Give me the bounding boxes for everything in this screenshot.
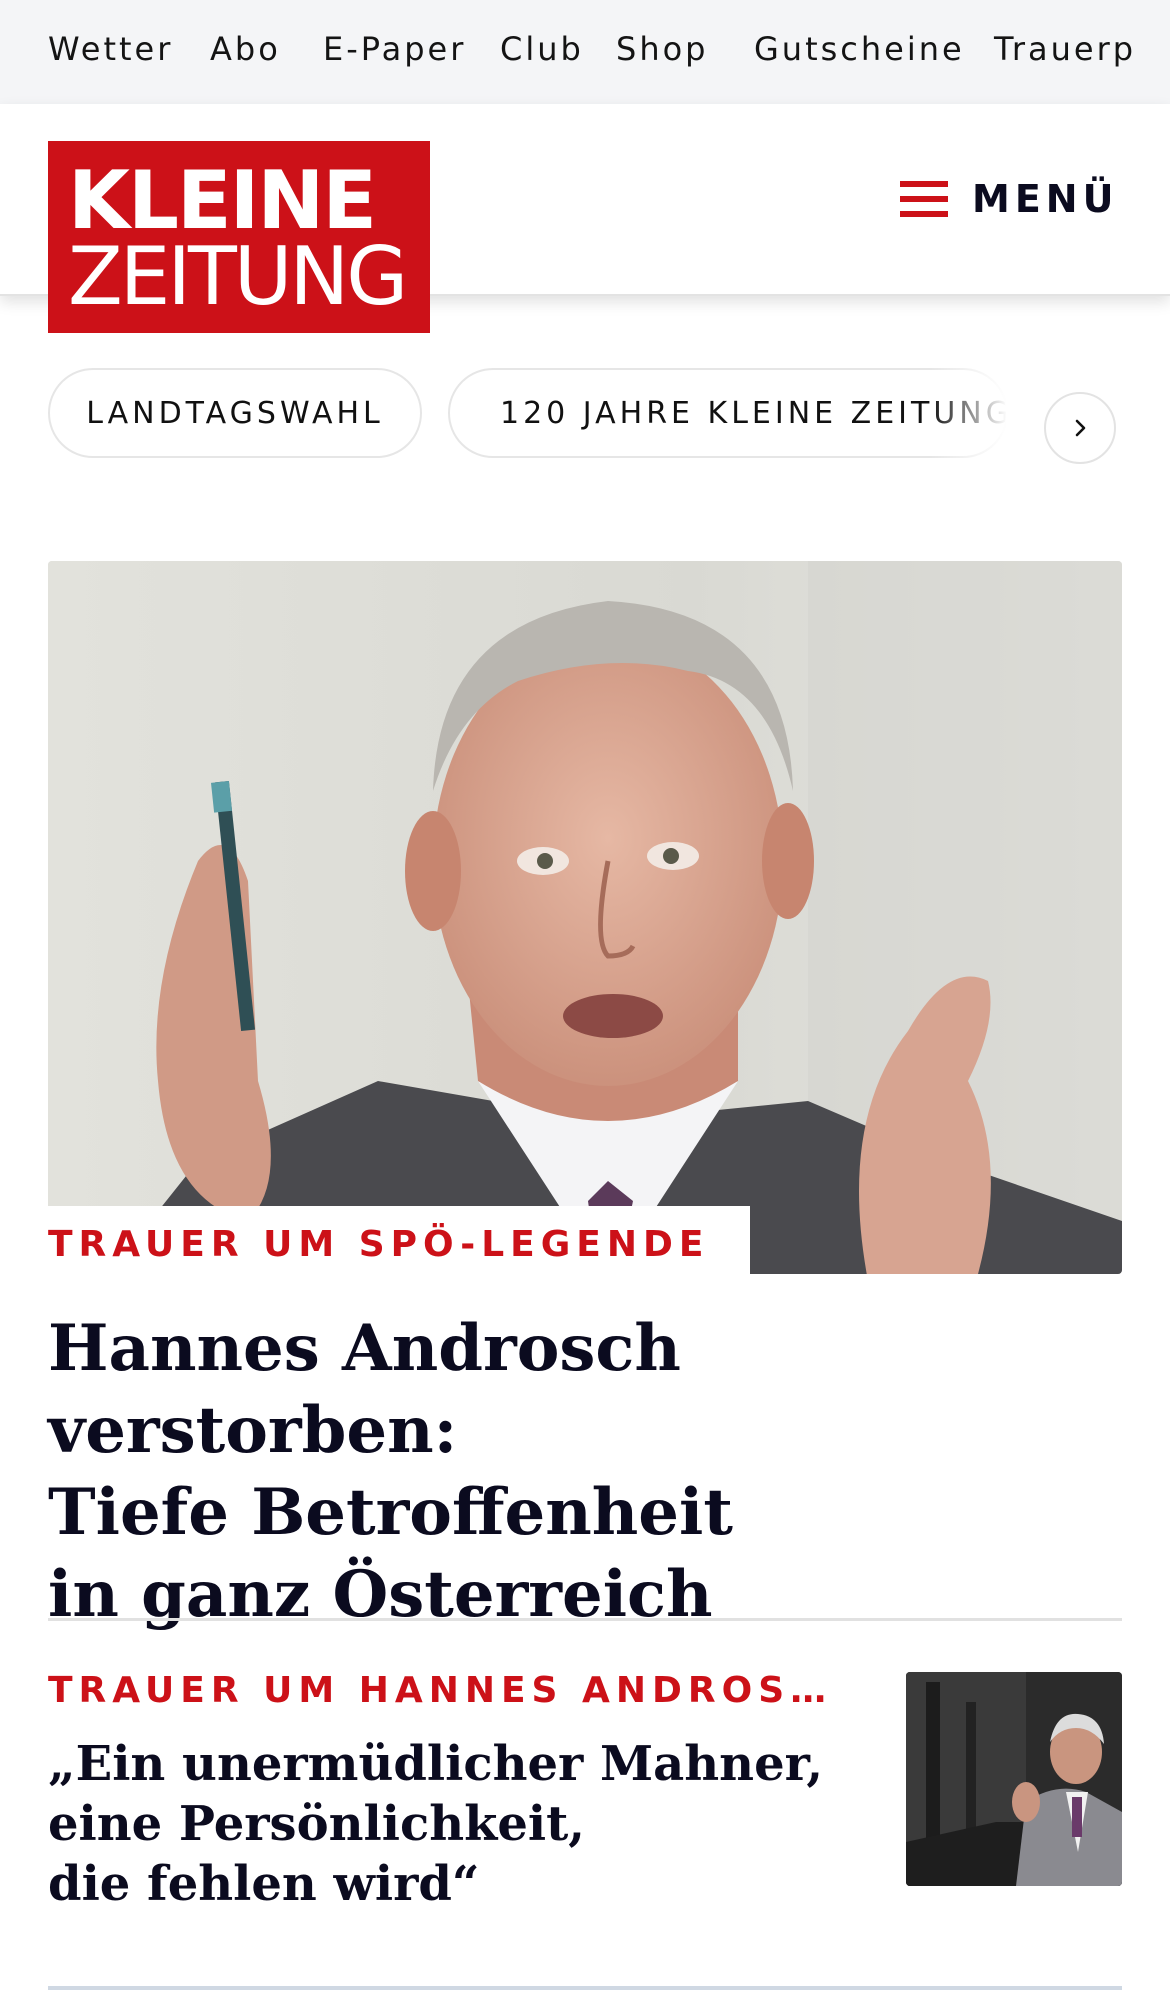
kleine-zeitung-logo[interactable]: KLEINE ZEITUNG: [48, 141, 430, 333]
hero-headline-line: Hannes Androsch verstorben:: [48, 1311, 681, 1468]
site-header: KLEINE ZEITUNG MENÜ: [0, 104, 1170, 333]
hero-article-image[interactable]: [48, 561, 1122, 1274]
chips-fade-overlay: [930, 362, 1040, 466]
section-bottom-border: [48, 1986, 1122, 1990]
hero-kicker[interactable]: TRAUER UM SPÖ-LEGENDE: [48, 1206, 750, 1274]
hero-headline-line: Tiefe Betroffenheit: [48, 1475, 733, 1550]
chip-120-jahre[interactable]: 120 JAHRE KLEINE ZEITUNG: [448, 368, 1008, 458]
teaser-headline-line: die fehlen wird“: [48, 1856, 480, 1912]
menu-button[interactable]: MENÜ: [900, 164, 1118, 234]
hero-headline-line: in ganz Österreich: [48, 1557, 713, 1632]
topic-chips: LANDTAGSWAHL 120 JAHRE KLEINE ZEITUNG: [0, 362, 1170, 466]
teaser-headline-line: „Ein unermüdlicher Mahner,: [48, 1736, 824, 1792]
hero-headline[interactable]: Hannes Androsch verstorben: Tiefe Betrof…: [48, 1308, 1108, 1636]
article-divider: [48, 1618, 1122, 1621]
topnav-link-shop[interactable]: Shop: [616, 30, 708, 68]
teaser-headline[interactable]: „Ein unermüdlicher Mahner, eine Persönli…: [48, 1734, 868, 1914]
chevron-right-icon: [1075, 419, 1086, 437]
top-navigation: Wetter Abo E-Paper Club Shop Gutscheine …: [0, 0, 1170, 104]
topnav-link-gutscheine[interactable]: Gutscheine: [754, 30, 965, 68]
topnav-link-wetter[interactable]: Wetter: [48, 30, 173, 68]
topnav-link-club[interactable]: Club: [500, 30, 584, 68]
chip-landtagswahl[interactable]: LANDTAGSWAHL: [48, 368, 422, 458]
teaser-headline-line: eine Persönlichkeit,: [48, 1796, 585, 1852]
topnav-link-epaper[interactable]: E-Paper: [323, 30, 466, 68]
teaser-photo: [906, 1672, 1122, 1886]
teaser-kicker[interactable]: TRAUER UM HANNES ANDROS…: [48, 1670, 832, 1711]
topnav-link-abo[interactable]: Abo: [210, 30, 281, 68]
hero-photo: [48, 561, 1122, 1274]
topnav-link-trauerportal[interactable]: Trauerp: [994, 30, 1136, 68]
logo-line-1: KLEINE: [68, 154, 377, 247]
hamburger-icon: [900, 181, 948, 217]
logo-line-2: ZEITUNG: [68, 230, 408, 323]
menu-label: MENÜ: [972, 177, 1119, 221]
teaser-article-image[interactable]: [906, 1672, 1122, 1886]
chips-next-button[interactable]: [1044, 392, 1116, 464]
